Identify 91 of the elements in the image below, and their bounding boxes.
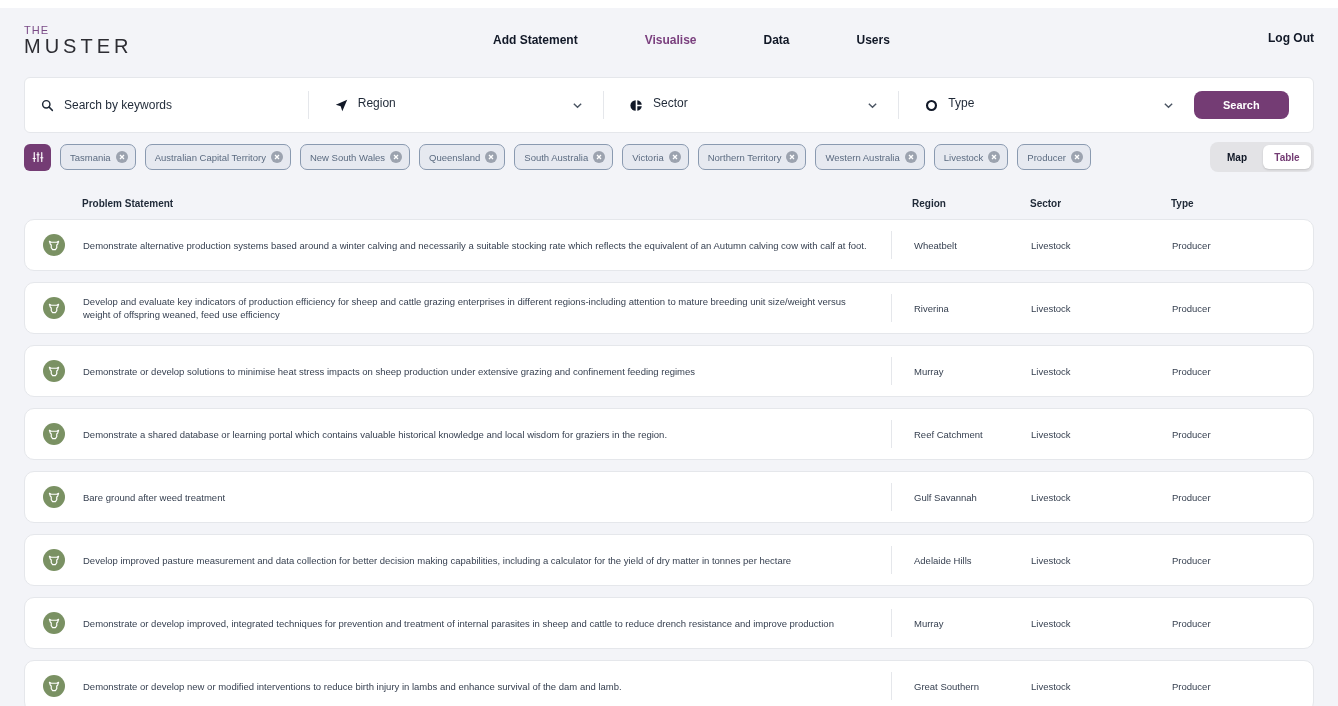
pie-chart-icon [630,98,643,112]
filter-chip[interactable]: New South Wales [299,144,411,170]
filter-chip[interactable]: Livestock [933,144,1009,170]
table-cell-text: Demonstrate or develop solutions to minimise heat stress impacts on sheep production under extensive grazing and confinement feeding regimes [83,364,697,378]
filter-dropdown[interactable]: Region [308,91,604,119]
table-cell-text: Producer [1172,679,1212,693]
navigation-arrow-icon [334,98,348,112]
filter-dropdown[interactable]: Sector [604,91,900,119]
logo-text: MUSTER [24,35,134,56]
table-cell-text: Livestock [1031,679,1072,693]
table-cell-text: Livestock [1031,427,1072,441]
remove-icon[interactable] [115,151,128,163]
nav-link[interactable]: Add Statement [493,33,578,47]
cow-icon [43,360,65,382]
remove-icon[interactable] [390,151,403,163]
table-cell-text: Livestock [1031,553,1072,567]
table-cell-text: Demonstrate a shared database or learning portal which contains valuable historical knowledge and local wisdom for graziers in the region. [83,427,669,441]
table-cell-text: Livestock [1031,490,1072,504]
table-row[interactable]: Demonstrate or develop new or modified interventions to reduce birth injury in lambs and enhance survival of the dam and lamb. Great Southern Livestock Producer [24,660,1314,706]
nav-link[interactable]: Users [856,33,890,47]
table-cell-text: Develop and evaluate key indicators of production efficiency for sheep and cattle grazing enterprises in different regions-including attention to mature breeding unit size/weight versus weight of offspring weaned, feed use efficiency [83,295,847,321]
remove-icon[interactable] [270,151,283,163]
remove-icon[interactable] [988,151,1001,163]
view-toggle-option[interactable]: Table [1263,145,1311,169]
table-row[interactable]: Bare ground after weed treatment Gulf Savannah Livestock Producer [24,471,1314,523]
table-cell: Reef Catchment [891,420,1031,448]
table-cell-text: Producer [1172,238,1212,252]
table-cell-text: Producer [1172,553,1212,567]
table-row[interactable] [24,219,1314,271]
filter-chip[interactable]: South Australia [514,144,614,170]
table-cell-text: Develop improved pasture measurement and data collection for better decision making capabilities, including a calculator for the yield of dry matter in tonnes per hectare [83,553,793,567]
sliders-icon [31,151,44,163]
table-cell: Great Southern [891,672,1031,700]
cow-icon [43,612,65,634]
table-row[interactable] [24,534,1314,586]
table-cell-text: Producer [1172,427,1212,441]
table-cell-text: Livestock [1031,238,1072,252]
table-cell-text: Livestock [1031,301,1072,315]
filter-settings-button[interactable] [24,143,51,171]
logo-text: THE [24,24,50,36]
remove-icon[interactable] [904,151,917,163]
circle-icon [925,98,939,112]
filter-chip[interactable]: Producer [1017,144,1091,170]
remove-icon[interactable] [1070,151,1083,163]
filter-dropdown[interactable]: Type [899,91,1194,119]
remove-icon[interactable] [593,151,606,163]
filter-chip[interactable]: Australian Capital Territory [144,144,291,170]
table-cell-text: Bare ground after weed treatment [83,490,227,504]
cow-icon [43,486,65,508]
table-row[interactable]: Demonstrate or develop solutions to minimise heat stress impacts on sheep production under extensive grazing and confinement feeding regimes Murray Livestock Producer [24,345,1314,397]
cow-icon [43,297,65,319]
table-cell: Riverina [891,294,1031,322]
logout-link[interactable]: Log Out [1268,31,1314,45]
nav-link[interactable]: Data [763,33,790,47]
table-cell-text: Demonstrate or develop new or modified interventions to reduce birth injury in lambs and enhance survival of the dam and lamb. [83,679,623,693]
table-cell-text: Demonstrate alternative production systems based around a winter calving and necessarily a suitable stocking rate which reflects the equivalent of an Autumn calving cow with calf at foot. [83,238,868,252]
table-cell-text: Producer [1172,364,1212,378]
column-header: Problem Statement [82,197,175,209]
cow-icon [43,234,65,256]
filter-chip[interactable]: Queensland [419,144,506,170]
column-header: Region [911,197,947,209]
cow-icon [43,549,65,571]
cow-icon [43,423,65,445]
table-cell-text: Livestock [1031,616,1072,630]
table-cell-text: Demonstrate or develop improved, integrated techniques for prevention and treatment of internal parasites in sheep and cattle to reduce drench resistance and improve production [83,616,835,630]
table-cell-text: Producer [1172,616,1212,630]
remove-icon[interactable] [485,151,498,163]
table-cell-text: Producer [1172,301,1212,315]
filter-chip[interactable]: Victoria [622,144,689,170]
column-header: Type [1171,197,1195,209]
search-icon [41,98,54,112]
table-cell: Wheatbelt [891,231,1031,259]
table-cell: Murray [891,609,1031,637]
remove-icon[interactable] [668,151,681,163]
filter-chip[interactable]: Northern Territory [697,144,807,170]
filter-chip[interactable]: Tasmania [60,144,136,170]
view-toggle-option[interactable]: Map [1213,145,1261,169]
filter-chip[interactable]: Western Australia [815,144,925,170]
table-row[interactable] [24,282,1314,334]
table-cell: Adelaide Hills [891,546,1031,574]
table-cell: Gulf Savannah [891,483,1031,511]
table-cell-text: Livestock [1031,364,1072,378]
column-header: Sector [1030,197,1063,209]
table-cell-text: Producer [1172,490,1212,504]
table-cell: Murray [891,357,1031,385]
search-button[interactable]: Search [1193,91,1289,119]
remove-icon[interactable] [786,151,799,163]
nav-link[interactable]: Visualise [644,33,697,47]
cow-icon [43,675,65,697]
table-row[interactable] [24,597,1314,649]
table-row[interactable]: Demonstrate a shared database or learning portal which contains valuable historical knowledge and local wisdom for graziers in the region. Reef Catchment Livestock Producer [24,408,1314,460]
